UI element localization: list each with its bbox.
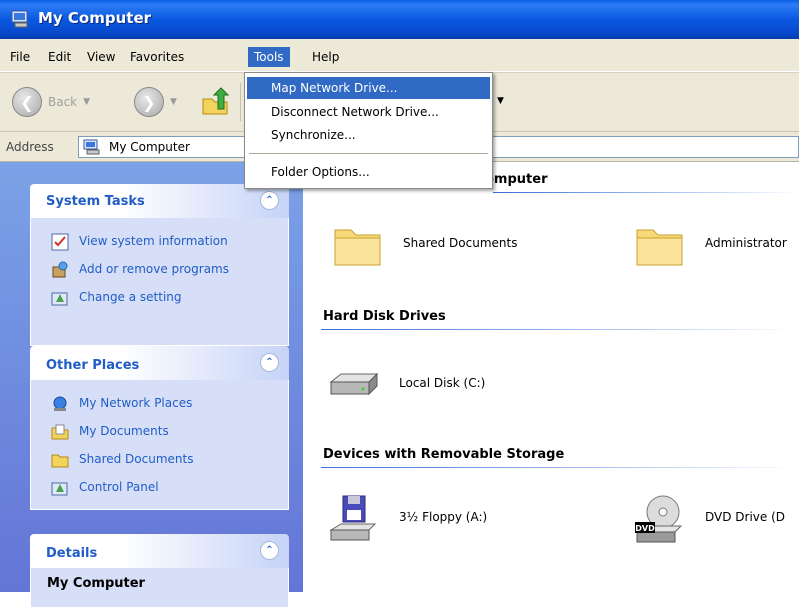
- menu-folder-options[interactable]: Folder Options...: [247, 161, 490, 183]
- item-label: DVD Drive (D: [705, 510, 786, 524]
- dvd-badge: DVD: [635, 524, 655, 533]
- group-divider: [321, 329, 799, 330]
- menu-map-network-drive[interactable]: Map Network Drive...: [247, 77, 490, 99]
- removable-storage-header: Devices with Removable Storage: [323, 447, 565, 462]
- folder-icon: [334, 229, 381, 266]
- other-places-header[interactable]: Other Places ⌃: [30, 346, 289, 380]
- my-computer-icon: [83, 139, 100, 155]
- forward-arrow-icon: ❯: [134, 87, 164, 117]
- item-shared-documents[interactable]: Shared Documents: [331, 218, 571, 278]
- group-divider: [321, 467, 799, 468]
- address-label: Address: [6, 140, 54, 154]
- place-label: Shared Documents: [79, 452, 194, 466]
- item-floppy-a[interactable]: 3½ Floppy (A:): [327, 492, 567, 552]
- up-folder-icon[interactable]: [200, 87, 230, 117]
- control-panel-icon: [51, 482, 68, 496]
- menu-edit[interactable]: Edit: [42, 47, 77, 67]
- item-label: Administrator: [705, 236, 787, 250]
- details-subtitle: My Computer: [47, 576, 145, 591]
- item-label: 3½ Floppy (A:): [399, 510, 488, 524]
- views-dropdown-icon[interactable]: ▼: [497, 96, 504, 106]
- menu-bar: File Edit View Favorites Tools Help: [0, 39, 799, 72]
- back-arrow-icon: ❮: [12, 87, 42, 117]
- add-remove-programs-icon: [52, 261, 68, 278]
- task-label: View system information: [79, 234, 228, 248]
- dvd-drive-icon: DVD: [635, 495, 683, 543]
- item-label: Shared Documents: [403, 236, 518, 250]
- collapse-icon[interactable]: ⌃: [260, 191, 279, 210]
- task-pane: System Tasks ⌃ View system information A…: [0, 162, 303, 608]
- chevron-down-icon[interactable]: ▼: [170, 97, 177, 107]
- back-label: Back: [48, 95, 78, 109]
- item-administrator[interactable]: Administrator: [633, 218, 799, 278]
- system-tasks-header[interactable]: System Tasks ⌃: [30, 184, 289, 218]
- task-view-system-information[interactable]: View system information: [31, 228, 288, 256]
- window-title: My Computer: [38, 9, 152, 27]
- details-title: Details: [46, 546, 98, 561]
- content-pane: omputer Shared Documents Administrator H…: [303, 162, 799, 592]
- place-shared-documents[interactable]: Shared Documents: [31, 446, 288, 474]
- folder-icon: [636, 229, 683, 266]
- chevron-down-icon[interactable]: ▼: [83, 97, 90, 107]
- menu-help[interactable]: Help: [306, 47, 345, 67]
- network-places-icon: [53, 396, 67, 411]
- my-computer-icon: [11, 10, 28, 28]
- menu-tools[interactable]: Tools: [248, 47, 290, 67]
- details-panel: Details ⌃ My Computer: [30, 534, 289, 608]
- back-button[interactable]: ❮ Back ▼: [12, 85, 90, 119]
- place-control-panel[interactable]: Control Panel: [31, 474, 288, 502]
- tools-menu: Map Network Drive... Disconnect Network …: [244, 72, 493, 189]
- task-label: Add or remove programs: [79, 262, 229, 276]
- details-header[interactable]: Details ⌃: [30, 534, 289, 568]
- menu-synchronize[interactable]: Synchronize...: [247, 124, 490, 146]
- collapse-icon[interactable]: ⌃: [260, 541, 279, 560]
- item-local-disk-c[interactable]: Local Disk (C:): [327, 358, 567, 418]
- menu-favorites[interactable]: Favorites: [124, 47, 190, 67]
- toolbar-separator: [240, 83, 241, 121]
- other-places-title: Other Places: [46, 358, 140, 373]
- collapse-icon[interactable]: ⌃: [260, 353, 279, 372]
- place-label: Control Panel: [79, 480, 159, 494]
- group-divider: [493, 192, 799, 193]
- other-places-panel: Other Places ⌃ My Network Places My Docu…: [30, 346, 289, 510]
- forward-button[interactable]: ❯ ▼: [134, 85, 177, 119]
- address-value: My Computer: [109, 140, 190, 154]
- menu-separator: [249, 153, 488, 154]
- item-dvd-drive-d[interactable]: DVD DVD Drive (D: [633, 492, 799, 552]
- menu-view[interactable]: View: [81, 47, 121, 67]
- item-label: Local Disk (C:): [399, 376, 486, 390]
- place-label: My Documents: [79, 424, 169, 438]
- floppy-drive-icon: [329, 495, 377, 541]
- task-change-a-setting[interactable]: Change a setting: [31, 284, 288, 312]
- my-documents-icon: [51, 424, 69, 440]
- menu-file[interactable]: File: [4, 47, 36, 67]
- title-bar[interactable]: My Computer: [0, 0, 799, 39]
- system-tasks-title: System Tasks: [46, 194, 145, 209]
- hard-disk-drives-header: Hard Disk Drives: [323, 309, 446, 324]
- task-add-remove-programs[interactable]: Add or remove programs: [31, 256, 288, 284]
- place-label: My Network Places: [79, 396, 193, 410]
- place-my-network-places[interactable]: My Network Places: [31, 390, 288, 418]
- task-label: Change a setting: [79, 290, 182, 304]
- folder-icon: [51, 454, 69, 468]
- system-tasks-panel: System Tasks ⌃ View system information A…: [30, 184, 289, 346]
- hard-disk-icon: [329, 372, 379, 396]
- place-my-documents[interactable]: My Documents: [31, 418, 288, 446]
- control-panel-icon: [51, 292, 68, 306]
- system-info-icon: [51, 233, 69, 251]
- menu-disconnect-network-drive[interactable]: Disconnect Network Drive...: [247, 101, 490, 123]
- files-stored-header: omputer: [485, 172, 548, 187]
